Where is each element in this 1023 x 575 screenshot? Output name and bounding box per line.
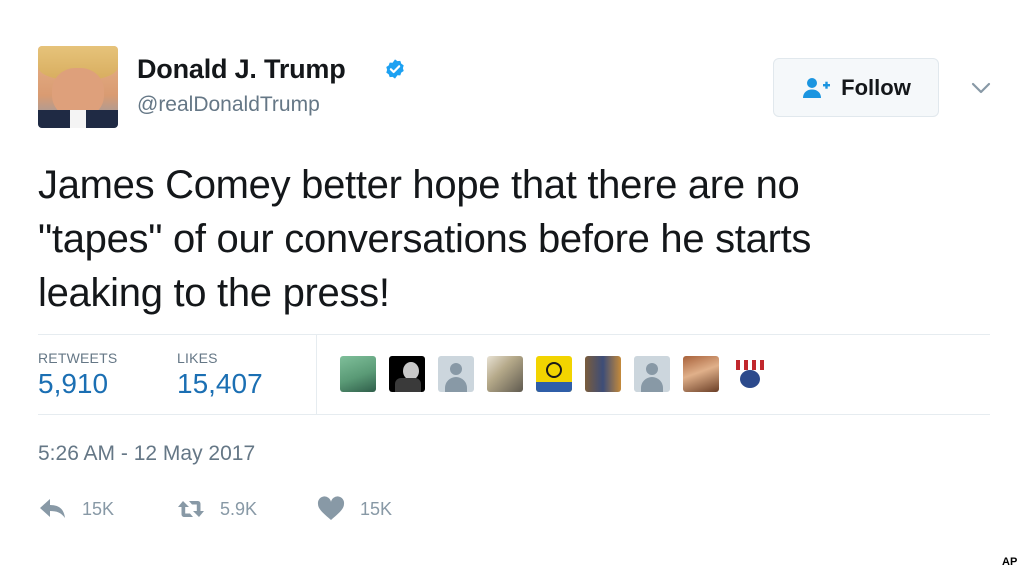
retweet-action[interactable]: 5.9K [176,496,257,522]
liker-avatar[interactable] [683,356,719,392]
like-count: 15K [360,498,393,519]
like-action[interactable]: 15K [316,496,392,522]
retweets-stat[interactable]: RETWEETS 5,910 [38,350,117,400]
tweet-timestamp[interactable]: 5:26 AM - 12 May 2017 [38,442,255,466]
default-avatar[interactable] [438,356,474,392]
tweet-line: James Comey better hope that there are n… [38,163,800,207]
likes-value: 15,407 [177,368,263,399]
retweets-value: 5,910 [38,368,109,399]
retweet-count: 5.9K [220,498,258,519]
heart-icon [317,496,345,520]
follow-button[interactable]: Follow [773,58,939,117]
follow-label: Follow [841,74,911,100]
tweet-text: James Comey better hope that there are n… [38,158,988,320]
retweets-label: RETWEETS [38,350,118,366]
author-handle[interactable]: @realDonaldTrump [137,93,320,117]
reply-icon [40,499,65,518]
author-name[interactable]: Donald J. Trump [137,54,346,85]
verified-badge-icon [386,59,404,79]
stats-divider-top [38,334,990,335]
tweet-line: "tapes" of our conversations before he s… [38,217,812,261]
author-avatar[interactable] [38,46,118,128]
liker-avatar[interactable] [732,356,768,392]
stats-divider-bottom [38,414,990,415]
liker-avatar[interactable] [536,356,572,392]
liker-avatar[interactable] [340,356,376,392]
add-user-icon [803,77,831,98]
avatar-shirt [70,110,86,128]
tweet-line: leaking to the press! [38,271,390,315]
liker-avatar[interactable] [585,356,621,392]
liker-avatar[interactable] [487,356,523,392]
stats-separator [316,335,317,414]
photo-credit: AP [1002,556,1018,568]
tweet-card: Donald J. Trump @realDonaldTrump Follow … [0,0,1023,575]
reply-action[interactable]: 15K [38,496,114,522]
reply-count: 15K [82,498,115,519]
retweet-icon [178,501,204,517]
likes-stat[interactable]: LIKES 15,407 [177,350,263,400]
default-avatar[interactable] [634,356,670,392]
chevron-down-icon[interactable] [970,80,992,96]
likes-label: LIKES [177,350,218,366]
liker-avatar[interactable] [389,356,425,392]
